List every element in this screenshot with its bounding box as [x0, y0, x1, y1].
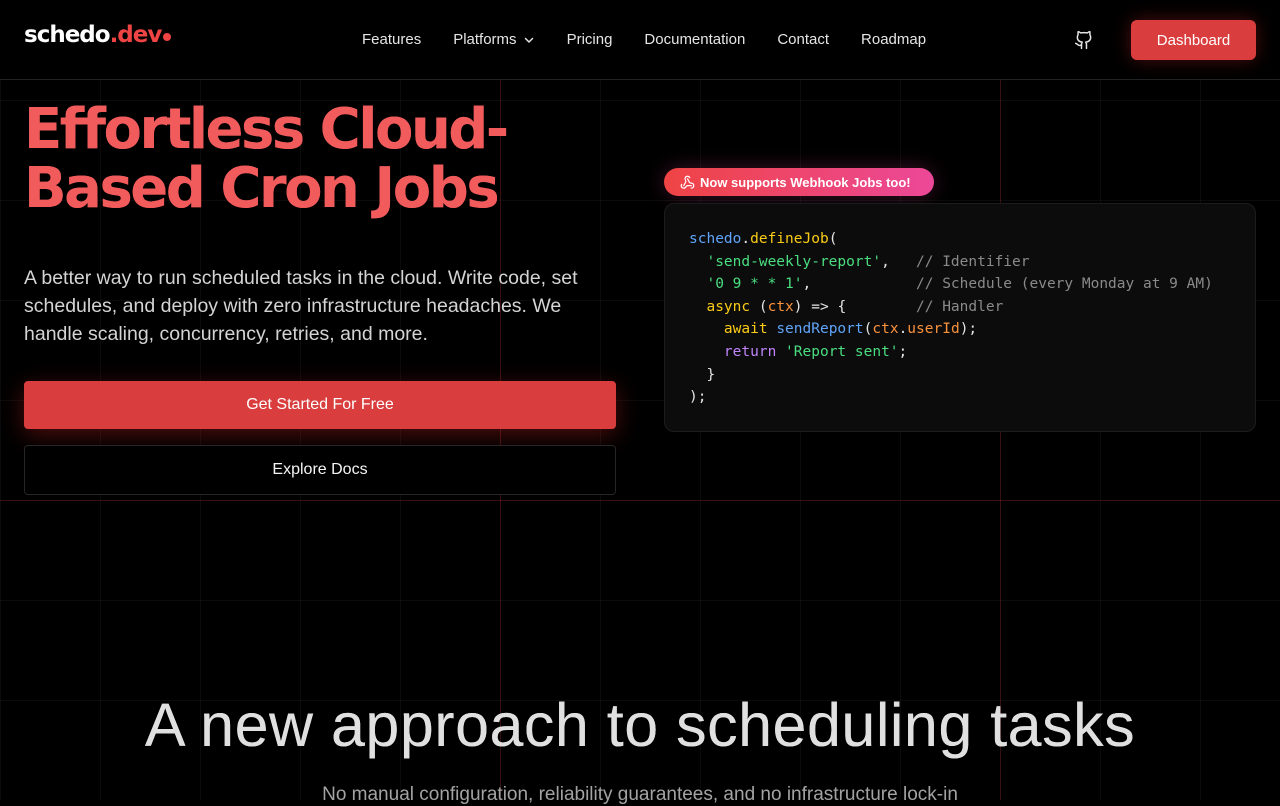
code-token: userId	[907, 321, 960, 338]
get-started-button[interactable]: Get Started For Free	[24, 381, 616, 429]
grid-accent-line	[0, 500, 1280, 501]
code-token: ctx	[872, 321, 899, 338]
code-token: async	[706, 298, 751, 315]
logo-suffix: .dev	[109, 22, 163, 48]
hero-subtitle: A better way to run scheduled tasks in t…	[24, 267, 578, 345]
code-token: return	[723, 343, 777, 360]
github-icon[interactable]	[1074, 30, 1094, 50]
code-comment: // Handler	[916, 298, 1004, 315]
dashboard-button[interactable]: Dashboard	[1131, 20, 1256, 60]
code-comment: // Schedule (every Monday at 9 AM)	[916, 276, 1213, 293]
nav-pricing[interactable]: Pricing	[567, 29, 613, 51]
nav-features[interactable]: Features	[362, 29, 421, 51]
logo-dot	[163, 33, 172, 41]
code-token: 'Report sent'	[785, 343, 899, 360]
webhook-icon	[680, 175, 695, 189]
chevron-down-icon	[524, 37, 533, 43]
code-example: schedo.defineJob( 'send-weekly-report', …	[664, 203, 1256, 432]
hero-title-line2: Based Cron Jobs	[24, 156, 500, 221]
code-token: await	[723, 321, 768, 338]
nav-contact[interactable]: Contact	[777, 29, 829, 51]
nav-label: Pricing	[566, 31, 613, 48]
nav-roadmap[interactable]: Roadmap	[861, 29, 926, 51]
nav-label: Contact	[777, 31, 830, 48]
code-token: 'send-weekly-report'	[706, 253, 882, 270]
nav-label: Documentation	[644, 31, 746, 48]
code-token: ctx	[767, 298, 794, 315]
badge-label: Now supports Webhook Jobs too!	[700, 174, 911, 190]
nav-documentation[interactable]: Documentation	[644, 29, 745, 51]
code-token: defineJob	[750, 231, 829, 247]
code-token: schedo	[689, 231, 742, 247]
hero-title: Effortless Cloud- Based Cron Jobs	[24, 100, 624, 218]
logo[interactable]: schedo.dev	[24, 22, 172, 48]
code-token: '0 9 * * 1'	[706, 276, 803, 293]
nav-label: Features	[362, 31, 422, 48]
section-title: A new approach to scheduling tasks	[0, 690, 1280, 760]
site-header: schedo.dev Features Platforms Pricing Do…	[0, 0, 1280, 80]
webhook-badge[interactable]: Now supports Webhook Jobs too!	[664, 168, 934, 196]
hero-title-line1: Effortless Cloud-	[24, 97, 509, 162]
explore-docs-button[interactable]: Explore Docs	[24, 445, 616, 495]
nav-label: Platforms	[453, 31, 517, 48]
code-token: sendReport	[776, 321, 864, 338]
code-comment: // Identifier	[916, 253, 1030, 270]
nav-label: Roadmap	[861, 31, 927, 48]
main-nav: Features Platforms Pricing Documentation…	[362, 29, 958, 51]
nav-platforms[interactable]: Platforms	[453, 29, 534, 51]
section-subtitle: No manual configuration, reliability gua…	[322, 784, 958, 805]
logo-text: schedo	[24, 22, 111, 48]
